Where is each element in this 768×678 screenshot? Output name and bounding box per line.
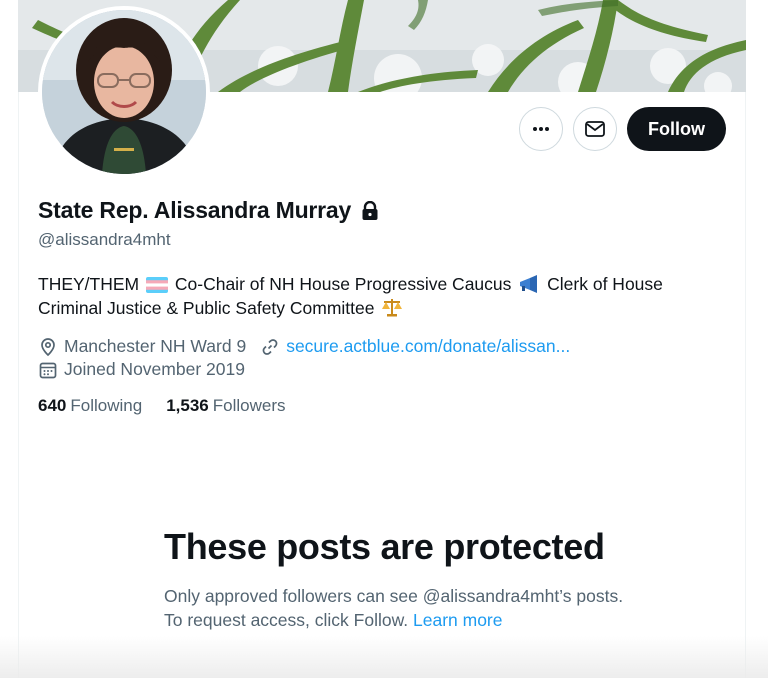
message-button[interactable] [573,107,617,151]
profile-avatar[interactable] [38,6,210,178]
envelope-icon [585,121,605,137]
bio-line-2: Criminal Justice & Public Safety Committ… [38,296,718,320]
megaphone-icon [520,275,538,293]
name-row: State Rep. Alissandra Murray [38,197,379,224]
bottom-fade [0,636,768,678]
following-count-link[interactable]: 640 Following [38,396,142,416]
lock-icon [362,200,378,220]
calendar-icon [39,362,57,378]
display-name: State Rep. Alissandra Murray [38,197,352,223]
protected-title: These posts are protected [164,526,605,567]
profile-meta: Manchester NH Ward 9 secure.actblue.com/… [38,335,584,381]
avatar-photo [42,10,206,174]
website-link[interactable]: secure.actblue.com/donate/alissan... [286,336,570,357]
bio-clerk: Clerk of House [547,274,663,294]
profile-handle: @alissandra4mht [38,230,171,249]
transgender-flag-icon [146,277,168,293]
balance-scale-icon [382,299,403,317]
more-icon [533,127,549,131]
follow-counts: 640 Following 1,536 Followers [38,396,285,416]
protected-notice: These posts are protected Only approved … [164,525,634,632]
more-options-button[interactable] [519,107,563,151]
profile-page: Follow State Rep. Alissandra Murray @ali… [0,0,768,678]
protected-description: Only approved followers can see @alissan… [164,586,624,630]
follow-button[interactable]: Follow [627,107,726,151]
bio-committee: Criminal Justice & Public Safety Committ… [38,298,375,318]
profile-bio: THEY/THEM Co-Chair of NH House Progressi… [38,272,718,320]
bio-line-1: THEY/THEM Co-Chair of NH House Progressi… [38,272,718,296]
bio-cochair: Co-Chair of NH House Progressive Caucus [174,274,512,294]
learn-more-link[interactable]: Learn more [413,610,503,630]
followers-count-link[interactable]: 1,536 Followers [166,396,285,416]
profile-joined: Joined November 2019 [38,359,245,380]
location-pin-icon [41,337,55,356]
profile-website[interactable]: secure.actblue.com/donate/alissan... [260,336,570,357]
profile-location: Manchester NH Ward 9 [38,336,246,357]
link-icon [262,338,278,355]
profile-actions: Follow [519,107,726,151]
meta-row-1: Manchester NH Ward 9 secure.actblue.com/… [38,335,584,358]
meta-row-2: Joined November 2019 [38,358,584,381]
bio-pronouns: THEY/THEM [38,274,140,294]
